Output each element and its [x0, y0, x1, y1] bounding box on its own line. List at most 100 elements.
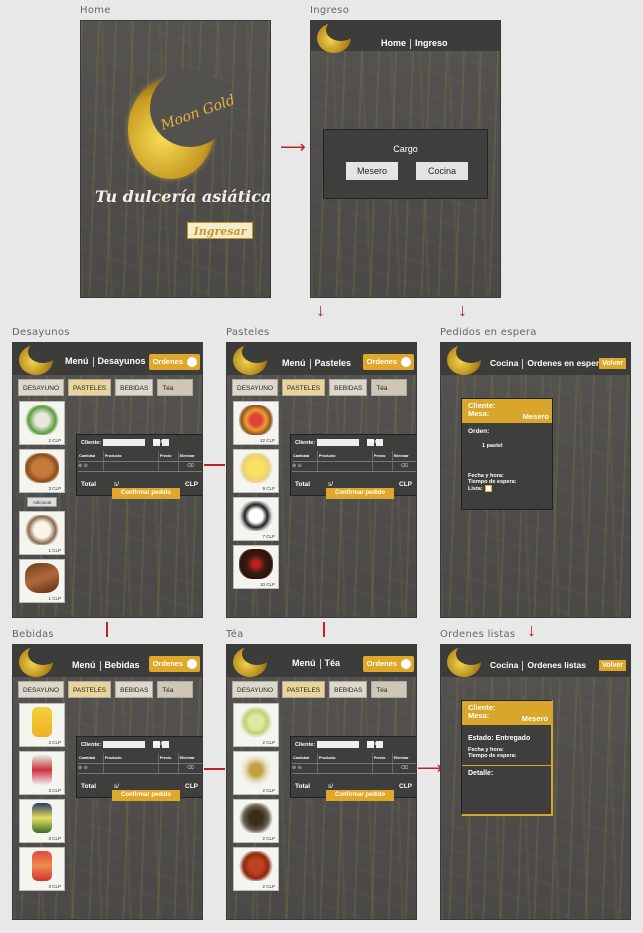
- mesa-checkbox[interactable]: [376, 741, 383, 748]
- ingresar-button[interactable]: Ingresar: [187, 222, 253, 239]
- trash-icon[interactable]: ⌫: [178, 763, 202, 774]
- stepper-icon[interactable]: ⊕ ⊖: [78, 763, 104, 774]
- tab-desayuno[interactable]: DESAYUNO: [232, 681, 278, 698]
- moon-icon: [19, 645, 58, 677]
- desayunos-screen: Menú Desayunos Ordenes DESAYUNO PASTELES …: [12, 342, 203, 618]
- tab-desayuno[interactable]: DESAYUNO: [232, 379, 278, 396]
- trash-icon[interactable]: ⌫: [178, 461, 202, 472]
- cliente-input[interactable]: [317, 741, 360, 748]
- tab-bebidas[interactable]: BEBIDAS: [115, 379, 154, 396]
- tab-bebidas[interactable]: BEBIDAS: [329, 379, 368, 396]
- product-item[interactable]: 12 CLP: [233, 401, 279, 445]
- cargo-panel: Cargo Mesero Cocina: [323, 129, 488, 199]
- total-currency: CLP: [399, 783, 412, 790]
- mesa-label: Mesa:: [367, 741, 383, 748]
- nav-home[interactable]: Home: [381, 38, 406, 48]
- nav-menu[interactable]: Menú: [65, 356, 89, 366]
- nav-section: Bebidas: [104, 660, 140, 670]
- caption-pasteles: Pasteles: [226, 327, 270, 338]
- mesero-button[interactable]: Mesero: [346, 162, 398, 180]
- confirm-button[interactable]: Confirmar pedido: [112, 488, 180, 499]
- stepper-icon[interactable]: ⊕ ⊖: [292, 461, 318, 472]
- product-item[interactable]: 1 CLP: [19, 511, 65, 555]
- tab-desayuno[interactable]: DESAYUNO: [18, 379, 64, 396]
- order-panel: Cliente: Mesa: Cantidad Producto Precio Eli…: [290, 736, 416, 798]
- product-item[interactable]: 2 CLP: [233, 847, 279, 891]
- volver-button[interactable]: Volver: [599, 660, 626, 671]
- arrow-down: ↓: [458, 300, 467, 320]
- nav-menu[interactable]: Menú: [282, 358, 306, 368]
- ingreso-screen: Home Ingreso Cargo Mesero Cocina: [310, 20, 501, 298]
- nav-listas[interactable]: Ordenes listas: [527, 660, 586, 670]
- tab-pasteles[interactable]: PASTELES: [282, 379, 326, 396]
- table-row: ⊕ ⊖ ⌫: [78, 461, 202, 472]
- stepper-icon[interactable]: ⊕ ⊖: [292, 763, 318, 774]
- tab-pasteles[interactable]: PASTELES: [282, 681, 326, 698]
- nav-cocina[interactable]: Cocina: [490, 660, 518, 670]
- trash-icon[interactable]: ⌫: [392, 763, 416, 774]
- total-prefix: s/: [328, 481, 334, 488]
- toggle-knob[interactable]: [401, 659, 411, 669]
- tab-tea[interactable]: Téa: [157, 379, 194, 396]
- nav-ingreso[interactable]: Ingreso: [415, 38, 448, 48]
- ordenes-toggle[interactable]: Ordenes: [148, 354, 200, 370]
- tab-bebidas[interactable]: BEBIDAS: [329, 681, 368, 698]
- product-item[interactable]: 7 CLP: [233, 497, 279, 541]
- product-item[interactable]: 2 CLP: [233, 799, 279, 843]
- product-item[interactable]: 2 CLP: [233, 703, 279, 747]
- product-item[interactable]: 9 CLP: [233, 449, 279, 493]
- tab-pasteles[interactable]: PASTELES: [68, 379, 112, 396]
- volver-button[interactable]: Volver: [599, 358, 626, 369]
- confirm-button[interactable]: Confirmar pedido: [326, 790, 394, 801]
- connector-line: [204, 768, 225, 770]
- tea-screen: Menú Téa Ordenes DESAYUNO PASTELES BEBIDA…: [226, 644, 417, 920]
- product-item[interactable]: 2 CLP: [19, 401, 65, 445]
- toggle-knob[interactable]: [187, 659, 197, 669]
- mesa-checkbox[interactable]: [162, 741, 169, 748]
- tab-tea[interactable]: Téa: [371, 681, 408, 698]
- confirm-button[interactable]: Confirmar pedido: [112, 790, 180, 801]
- top-bar: Menú Pasteles Ordenes: [227, 343, 416, 375]
- ordenes-toggle[interactable]: Ordenes: [362, 354, 414, 370]
- product-item[interactable]: 3 CLP: [19, 751, 65, 795]
- order-card[interactable]: Cliente: Mesa: Mesero Estado: Entregado Fe…: [461, 700, 553, 816]
- nav-menu[interactable]: Menú: [72, 660, 96, 670]
- tiempo-label: Tiempo de espera:: [468, 753, 517, 759]
- col-precio: Precio: [158, 753, 179, 764]
- order-card[interactable]: Cliente: Mesa: Mesero Orden: 1 pastel Fech…: [461, 398, 553, 510]
- nav-menu[interactable]: Menú: [292, 658, 316, 668]
- product-item[interactable]: 3 CLP: [19, 449, 65, 493]
- tab-tea[interactable]: Téa: [371, 379, 408, 396]
- toggle-knob[interactable]: [401, 357, 411, 367]
- tab-pasteles[interactable]: PASTELES: [68, 681, 112, 698]
- cliente-input[interactable]: [103, 741, 146, 748]
- cocina-button[interactable]: Cocina: [416, 162, 468, 180]
- ordenes-toggle[interactable]: Ordenes: [362, 656, 414, 672]
- tab-tea[interactable]: Téa: [157, 681, 194, 698]
- nav-espera[interactable]: Ordenes en espera: [527, 358, 604, 368]
- product-item[interactable]: 1 CLP: [19, 559, 65, 603]
- cliente-input[interactable]: [103, 439, 146, 446]
- lista-checkbox[interactable]: [484, 485, 492, 492]
- caption-bebidas: Bebidas: [12, 629, 54, 640]
- confirm-button[interactable]: Confirmar pedido: [326, 488, 394, 499]
- adicional-button[interactable]: Adicional: [27, 497, 57, 507]
- product-item[interactable]: 3 CLP: [19, 703, 65, 747]
- mesero-label: Mesero: [521, 714, 548, 723]
- trash-icon[interactable]: ⌫: [392, 461, 416, 472]
- product-item[interactable]: 10 CLP: [233, 545, 279, 589]
- product-item[interactable]: 2 CLP: [233, 751, 279, 795]
- tab-bebidas[interactable]: BEBIDAS: [115, 681, 154, 698]
- mesa-checkbox[interactable]: [162, 439, 169, 446]
- product-item[interactable]: 3 CLP: [19, 847, 65, 891]
- nav-cocina[interactable]: Cocina: [490, 358, 518, 368]
- mesa-checkbox[interactable]: [376, 439, 383, 446]
- cliente-input[interactable]: [317, 439, 360, 446]
- stepper-icon[interactable]: ⊕ ⊖: [78, 461, 104, 472]
- tab-desayuno[interactable]: DESAYUNO: [18, 681, 64, 698]
- toggle-knob[interactable]: [187, 357, 197, 367]
- connector-line: [204, 464, 225, 466]
- product-item[interactable]: 3 CLP: [19, 799, 65, 843]
- bebidas-screen: Menú Bebidas Ordenes DESAYUNO PASTELES BE…: [12, 644, 203, 920]
- ordenes-toggle[interactable]: Ordenes: [148, 656, 200, 672]
